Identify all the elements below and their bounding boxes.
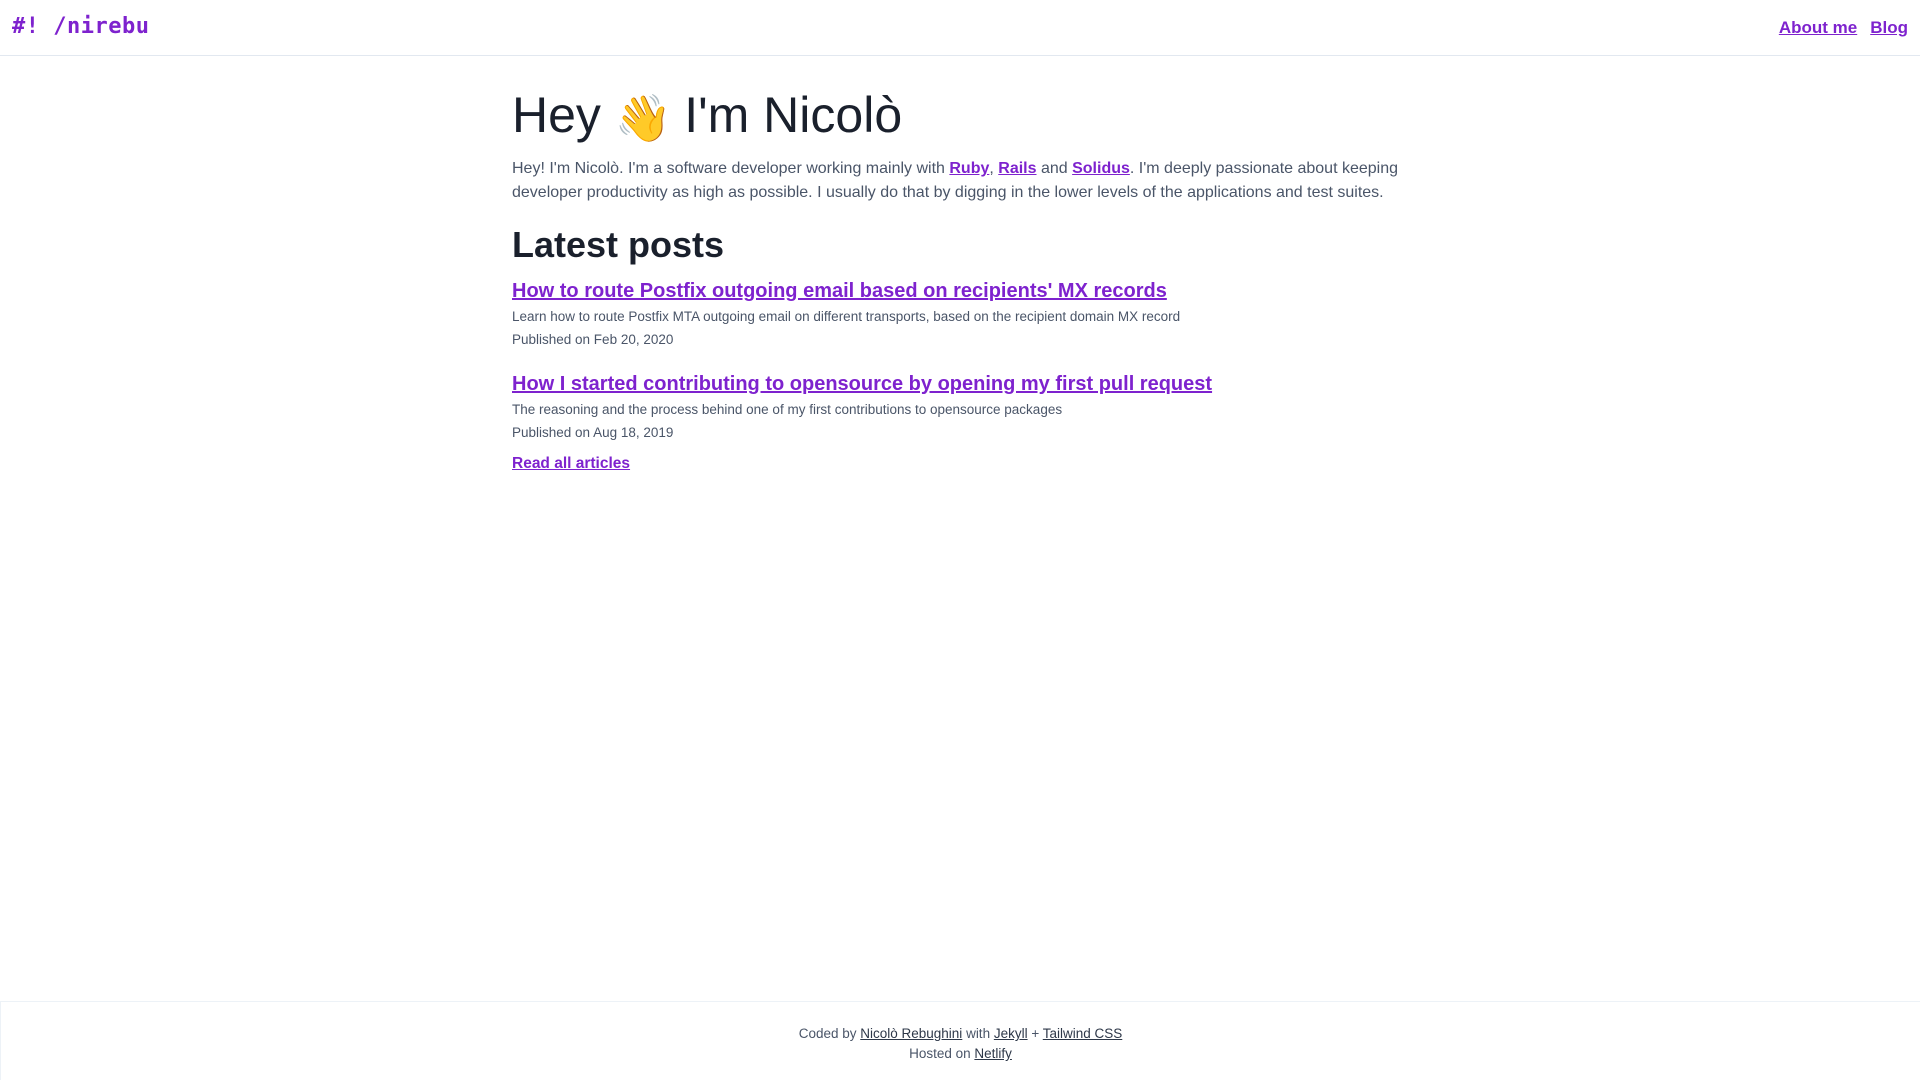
page-title: Hey 👋 I'm Nicolò: [512, 82, 1412, 151]
site-header: #! /nirebu About me Blog: [0, 0, 1920, 56]
solidus-link[interactable]: Solidus: [1072, 160, 1130, 177]
main-content: Hey 👋 I'm Nicolò Hey! I'm Nicolò. I'm a so…: [512, 82, 1412, 475]
site-logo-link[interactable]: #! /nirebu: [12, 14, 149, 39]
post-date: Published on Feb 20, 2020: [512, 332, 674, 347]
intro-and: and: [1036, 160, 1073, 177]
footer-coded-by: Coded by: [798, 1026, 861, 1041]
intro-prefix: Hey! I'm Nicolò. I'm a software develope…: [512, 160, 950, 177]
post-item: How to route Postfix outgoing email base…: [512, 277, 1412, 350]
nav-link-about-me[interactable]: About me: [1779, 18, 1857, 38]
rails-link[interactable]: Rails: [998, 160, 1036, 177]
post-description: The reasoning and the process behind one…: [512, 402, 1063, 417]
ruby-link[interactable]: Ruby: [949, 160, 989, 177]
latest-posts-heading: Latest posts: [512, 224, 725, 265]
footer-hosted-on: Hosted on: [909, 1046, 975, 1061]
site-footer: Coded by Nicolò Rebughini with Jekyll + …: [0, 1001, 1920, 1080]
footer-plus: +: [1027, 1026, 1043, 1041]
title-greeting: Hey: [512, 87, 601, 143]
tailwind-link[interactable]: Tailwind CSS: [1043, 1026, 1123, 1041]
intro-paragraph: Hey! I'm Nicolò. I'm a software develope…: [512, 157, 1412, 205]
waving-hand-icon: 👋: [614, 92, 673, 144]
post-date: Published on Aug 18, 2019: [512, 425, 674, 440]
page: #! /nirebu About me Blog Hey 👋 I'm Nicolò …: [0, 0, 1920, 1080]
read-all-articles-link[interactable]: Read all articles: [512, 453, 630, 475]
post-title-link[interactable]: How I started contributing to opensource…: [512, 370, 1212, 398]
posts-list: How to route Postfix outgoing email base…: [512, 277, 1412, 475]
footer-with: with: [962, 1026, 994, 1041]
post-title-link[interactable]: How to route Postfix outgoing email base…: [512, 277, 1167, 305]
nav-link-blog[interactable]: Blog: [1870, 18, 1908, 38]
post-description: Learn how to route Postfix MTA outgoing …: [512, 309, 1181, 324]
footer-hosting-line: Hosted on Netlify: [1, 1044, 1920, 1064]
jekyll-link[interactable]: Jekyll: [994, 1026, 1028, 1041]
intro-comma: ,: [989, 160, 999, 177]
footer-credits-line: Coded by Nicolò Rebughini with Jekyll + …: [1, 1024, 1920, 1044]
post-item: How I started contributing to opensource…: [512, 370, 1412, 443]
main-nav: About me Blog: [1779, 18, 1908, 38]
author-link[interactable]: Nicolò Rebughini: [860, 1026, 962, 1041]
netlify-link[interactable]: Netlify: [974, 1046, 1012, 1061]
title-name: I'm Nicolò: [684, 87, 903, 143]
